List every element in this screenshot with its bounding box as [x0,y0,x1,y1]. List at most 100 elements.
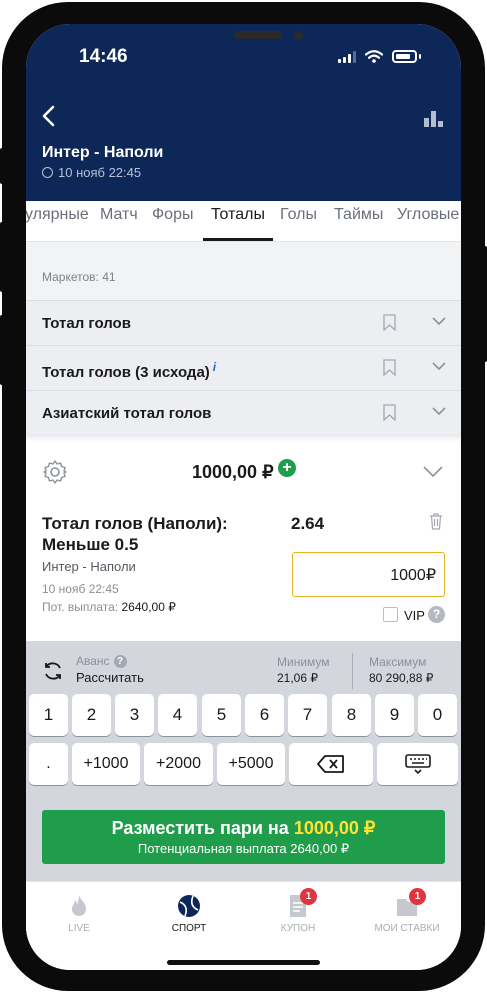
back-chevron-icon[interactable] [38,104,62,128]
gear-icon[interactable] [42,459,68,485]
tab-popular[interactable]: улярные [26,206,89,224]
info-icon[interactable]: i [213,360,216,374]
max-stake-value: 80 290,88 ₽ [369,671,434,685]
bet-date: 10 нояб 22:45 [42,582,119,596]
bookmark-icon[interactable] [383,314,396,331]
tab-match[interactable]: Матч [100,206,138,224]
key-plus-1000[interactable]: +1000 [72,743,140,785]
key-9[interactable]: 9 [375,694,414,736]
phone-power-button [481,246,487,362]
stake-input[interactable] [292,552,445,597]
chevron-down-icon[interactable] [432,317,446,326]
collapse-slip-chevron-icon[interactable] [423,466,443,477]
phone-side-button [0,148,6,184]
bet-potential-payout: Пот. выплата: 2640,00 ₽ [42,600,176,614]
place-bet-prefix: Разместить пари на [111,818,289,838]
markets-count: Маркетов: 41 [42,270,116,284]
chevron-down-icon[interactable] [432,407,446,416]
nav-sport[interactable]: СПОРТ [144,882,234,962]
backspace-icon [317,755,344,773]
nav-sport-label: СПОРТ [171,923,207,934]
key-7[interactable]: 7 [288,694,327,736]
phone-volume-down [0,315,6,385]
battery-icon [392,50,417,63]
nav-coupon[interactable]: 1 КУПОН [253,882,343,962]
place-bet-amount: 1000,00 ₽ [293,818,376,838]
key-backspace[interactable] [289,743,373,785]
bookmark-icon[interactable] [383,359,396,376]
slip-total-stake: 1000,00 ₽ [192,462,274,482]
calculate-link[interactable]: Рассчитать [76,670,144,685]
match-date-text: 10 нояб 22:45 [58,165,142,180]
coupon-badge: 1 [300,888,317,905]
key-8[interactable]: 8 [332,694,371,736]
market-row-asian-total[interactable]: Азиатский тотал голов [26,390,461,435]
home-indicator[interactable] [167,960,320,965]
nav-live-label: LIVE [68,923,90,934]
key-plus-2000[interactable]: +2000 [144,743,213,785]
market-row-total-goals-3way[interactable]: Тотал голов (3 исхода) i [26,345,461,390]
key-dot[interactable]: . [29,743,68,785]
market-label: Тотал голов (3 исхода) i [42,360,216,381]
key-1[interactable]: 1 [29,694,68,736]
key-5[interactable]: 5 [202,694,241,736]
refresh-icon[interactable] [42,660,64,682]
phone-volume-up [0,222,6,292]
market-label-text: Тотал голов (3 исхода) [42,364,210,381]
signal-icon [338,50,356,63]
add-stake-plus-icon[interactable]: + [278,459,296,477]
key-4[interactable]: 4 [158,694,197,736]
advance-text: Аванс [76,654,110,668]
battery-tip [419,54,421,59]
flame-icon [72,895,86,916]
market-row-total-goals[interactable]: Тотал голов [26,300,461,345]
key-hide-keyboard[interactable] [377,743,458,785]
max-stake-label: Максимум [369,655,427,669]
nav-my-bets[interactable]: 1 МОИ СТАВКИ [362,882,452,962]
match-header: 14:46 Интер - Наполи 10 нояб 22:45 [26,24,461,201]
place-bet-main-label: Разместить пари на 1000,00 ₽ [42,818,445,839]
payout-value: 2640,00 ₽ [121,600,176,614]
place-bet-button[interactable]: Разместить пари на 1000,00 ₽ Потенциальн… [42,810,445,864]
status-icons [338,50,421,63]
app-screen: 14:46 Интер - Наполи 10 нояб 22:45 улярн… [26,24,461,970]
vip-help-icon[interactable]: ? [428,606,445,623]
min-stake-value: 21,06 ₽ [277,671,318,685]
bar-chart-icon[interactable] [424,111,443,127]
place-bet-potential-payout: Потенциальная выплата 2640,00 ₽ [137,841,350,856]
bet-odds: 2.64 [291,514,325,533]
tab-handicaps[interactable]: Форы [152,206,193,224]
nav-live[interactable]: LIVE [34,882,124,962]
market-tabs: улярные Матч Форы Тоталы Голы Таймы Угло… [26,201,461,242]
trash-icon[interactable] [429,513,443,530]
key-2[interactable]: 2 [72,694,111,736]
wifi-icon [365,50,383,63]
key-0[interactable]: 0 [418,694,457,736]
tab-totals[interactable]: Тоталы [211,206,265,224]
market-label: Тотал голов [42,315,131,332]
key-plus-5000[interactable]: +5000 [217,743,285,785]
bottom-nav: LIVE СПОРТ 1 КУПОН 1 МОИ СТАВКИ [26,881,461,970]
speaker-notch [234,31,282,39]
tab-halves[interactable]: Таймы [334,206,383,224]
advance-label: Аванс ? [76,654,127,668]
clock-icon [42,167,53,178]
bet-selection-title: Тотал голов (Наполи): Меньше 0.5 [42,514,228,554]
match-title: Интер - Наполи [42,144,164,161]
key-3[interactable]: 3 [115,694,154,736]
hide-keyboard-icon [404,754,431,775]
vip-label: VIP [404,608,425,623]
tab-goals[interactable]: Голы [280,206,317,224]
active-tab-indicator [203,238,273,241]
key-6[interactable]: 6 [245,694,284,736]
match-date: 10 нояб 22:45 [42,165,141,180]
chevron-down-icon[interactable] [432,362,446,371]
nav-my-bets-label: МОИ СТАВКИ [374,923,440,934]
status-time: 14:46 [79,46,128,67]
limits-divider [352,653,353,689]
bookmark-icon[interactable] [383,404,396,421]
ball-icon [178,895,200,917]
advance-help-icon[interactable]: ? [113,654,127,668]
tab-corners[interactable]: Угловые [397,206,459,224]
vip-checkbox[interactable] [383,607,398,622]
